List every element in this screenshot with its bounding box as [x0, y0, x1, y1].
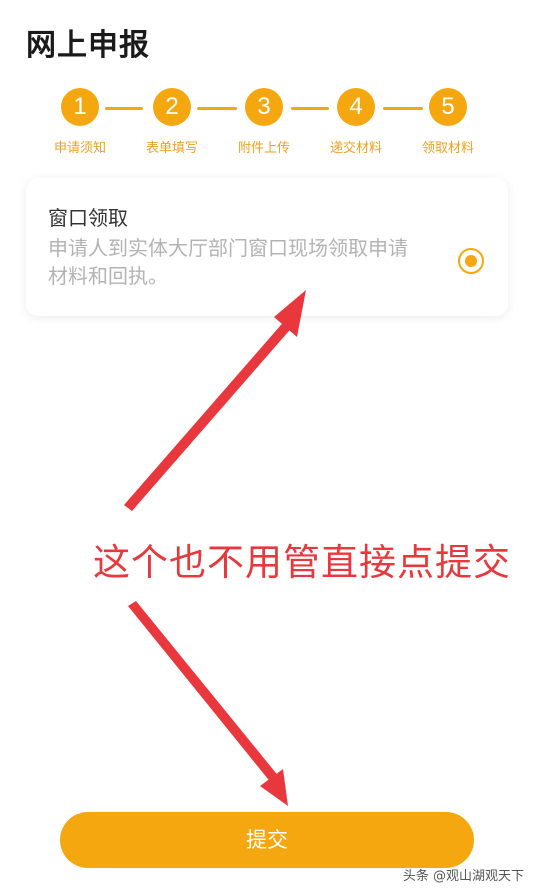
- annotation-text: 这个也不用管直接点提交: [93, 541, 511, 584]
- option-radio[interactable]: [458, 248, 484, 274]
- step-number: 4: [337, 88, 375, 126]
- step-label: 附件上传: [237, 141, 290, 156]
- pickup-option-card[interactable]: 窗口领取 申请人到实体大厅部门窗口现场领取申请材料和回执。: [26, 178, 508, 316]
- step-4: 4 递交材料: [311, 88, 401, 156]
- watermark: 头条 @观山湖观天下: [402, 869, 524, 884]
- step-number: 1: [61, 88, 99, 126]
- step-3: 3 附件上传: [219, 88, 309, 156]
- radio-selected-dot: [465, 255, 477, 267]
- step-2: 2 表单填写: [127, 88, 217, 156]
- step-number: 3: [245, 88, 283, 126]
- screen: 网上申报 1 申请须知 2 表单填写 3 附件上传 4 递交材料 5 领取材料 …: [0, 0, 534, 892]
- step-label: 领取材料: [421, 141, 474, 156]
- submit-button[interactable]: 提交: [60, 812, 474, 868]
- step-label: 表单填写: [145, 141, 198, 156]
- step-number: 5: [429, 88, 467, 126]
- step-5: 5 领取材料: [403, 88, 493, 156]
- option-title: 窗口领取: [48, 206, 128, 230]
- progress-stepper: 1 申请须知 2 表单填写 3 附件上传 4 递交材料 5 领取材料: [0, 88, 534, 158]
- arrow-down-icon: [128, 601, 288, 806]
- step-1: 1 申请须知: [35, 88, 125, 156]
- step-label: 申请须知: [53, 141, 106, 156]
- step-label: 递交材料: [329, 141, 382, 156]
- arrow-up-icon: [124, 290, 306, 511]
- option-description: 申请人到实体大厅部门窗口现场领取申请材料和回执。: [48, 236, 408, 288]
- step-number: 2: [153, 88, 191, 126]
- page-title: 网上申报: [26, 28, 150, 63]
